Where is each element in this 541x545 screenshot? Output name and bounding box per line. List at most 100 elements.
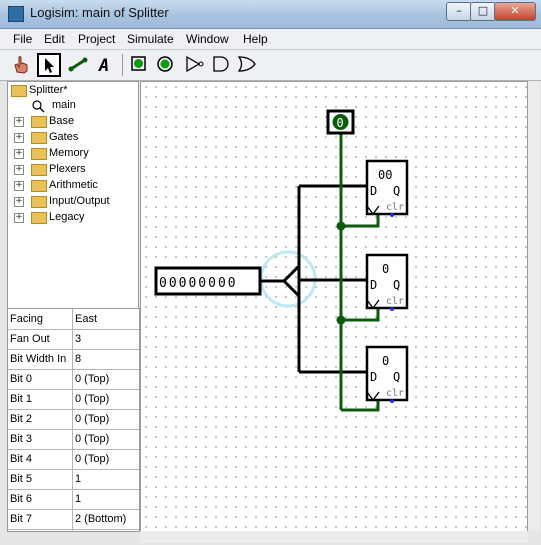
close-button[interactable]: ✕ — [494, 2, 536, 21]
attr-key: Bit 0 — [10, 373, 33, 385]
wire-junction — [336, 315, 346, 325]
logisim-window: Logisim: main of Splitter – □ ✕ File Edi… — [0, 0, 541, 545]
register-3-clr-label: clr — [386, 388, 404, 399]
expand-icon[interactable]: + — [14, 213, 24, 223]
attr-row-bit-7[interactable]: Bit 7 2 (Bottom) — [8, 509, 139, 530]
attr-row-bit-4[interactable]: Bit 4 0 (Top) — [8, 449, 139, 470]
attr-value[interactable]: 0 (Top) — [75, 429, 109, 449]
folder-icon — [31, 180, 47, 192]
toolbar-separator — [122, 54, 123, 76]
tree-item-memory[interactable]: Memory — [49, 145, 89, 161]
attr-key: Bit 5 — [10, 473, 33, 485]
register-3-value: 0 — [382, 354, 389, 368]
attr-value[interactable]: 8 — [75, 349, 81, 369]
attr-row-bit-1[interactable]: Bit 1 0 (Top) — [8, 389, 139, 410]
tree-item-project[interactable]: Splitter* — [29, 82, 68, 98]
tree-item-base[interactable]: Base — [49, 113, 74, 129]
poke-tool-icon[interactable] — [10, 53, 32, 75]
folder-icon — [31, 116, 47, 128]
tree-item-main[interactable]: main — [52, 97, 76, 113]
select-tool-icon[interactable] — [37, 53, 61, 77]
input-pin-value: 00000000 — [159, 276, 238, 291]
folder-icon — [31, 164, 47, 176]
attr-row-fan-out[interactable]: Fan Out 3 — [8, 329, 139, 350]
register-1-q-label: Q — [393, 184, 400, 198]
menu-edit[interactable]: Edit — [44, 32, 65, 46]
attr-value[interactable]: 0 (Top) — [75, 389, 109, 409]
project-folder-icon — [11, 85, 27, 97]
text-tool-icon[interactable]: A — [95, 53, 117, 76]
tree-item-input-output[interactable]: Input/Output — [49, 193, 110, 209]
register-2-clr-label: clr — [386, 296, 404, 307]
horizontal-scrollbar[interactable] — [140, 531, 528, 543]
tree-item-plexers[interactable]: Plexers — [49, 161, 86, 177]
and-gate-icon[interactable] — [210, 53, 232, 75]
project-explorer: Splitter* main + Base + Gates + Memory +… — [7, 81, 139, 309]
attr-row-bit-width-in[interactable]: Bit Width In 8 — [8, 349, 139, 370]
maximize-button[interactable]: □ — [470, 2, 496, 21]
register-3-q-label: Q — [393, 370, 400, 384]
attr-key: Bit 3 — [10, 433, 33, 445]
attr-value[interactable]: East — [75, 309, 97, 329]
attr-key: Bit 1 — [10, 393, 33, 405]
menu-help[interactable]: Help — [243, 32, 268, 46]
attr-row-bit-5[interactable]: Bit 5 1 — [8, 469, 139, 490]
clock-value: 0 — [337, 116, 344, 130]
attr-value[interactable]: 1 — [75, 489, 81, 509]
output-pin-icon[interactable] — [154, 53, 176, 75]
register-1-clr-label: clr — [386, 202, 404, 213]
register-1-d-label: D — [370, 184, 377, 198]
attribute-table: Facing East Fan Out 3 Bit Width In 8 Bit 0 0… — [7, 308, 140, 532]
attr-key: Facing — [10, 313, 44, 325]
attr-key: Bit 6 — [10, 493, 33, 505]
folder-icon — [31, 132, 47, 144]
svg-text:A: A — [98, 56, 109, 75]
attr-value[interactable]: 2 (Bottom) — [75, 509, 126, 529]
attr-key: Bit Width In — [10, 353, 67, 365]
toolbar: A — [0, 50, 541, 81]
title-bar: Logisim: main of Splitter – □ ✕ — [0, 0, 541, 29]
attr-key: Bit 7 — [10, 513, 33, 525]
expand-icon[interactable]: + — [14, 117, 24, 127]
attr-row-facing[interactable]: Facing East — [8, 309, 139, 330]
attr-value[interactable]: 0 (Top) — [75, 409, 109, 429]
expand-icon[interactable]: + — [14, 165, 24, 175]
wire-tool-icon[interactable] — [67, 53, 89, 75]
folder-icon — [31, 196, 47, 208]
attr-row-bit-3[interactable]: Bit 3 0 (Top) — [8, 429, 139, 450]
circuit-canvas[interactable]: 00000000 0 00 D Q clr 0 D Q clr 0 D Q cl… — [140, 81, 528, 532]
register-2-value: 0 — [382, 262, 389, 276]
expand-icon[interactable]: + — [14, 149, 24, 159]
register-3-d-label: D — [370, 370, 377, 384]
menu-file[interactable]: File — [13, 32, 32, 46]
attr-key: Bit 4 — [10, 453, 33, 465]
menu-bar: File Edit Project Simulate Window Help — [0, 29, 541, 50]
menu-project[interactable]: Project — [78, 32, 115, 46]
menu-window[interactable]: Window — [186, 32, 229, 46]
attr-value[interactable]: 0 (Top) — [75, 369, 109, 389]
tree-item-legacy[interactable]: Legacy — [49, 209, 84, 225]
expand-icon[interactable]: + — [14, 197, 24, 207]
attr-value[interactable]: 1 — [75, 469, 81, 489]
attr-row-bit-0[interactable]: Bit 0 0 (Top) — [8, 369, 139, 390]
not-gate-icon[interactable] — [183, 53, 205, 75]
attr-row-bit-6[interactable]: Bit 6 1 — [8, 489, 139, 510]
tree-item-gates[interactable]: Gates — [49, 129, 78, 145]
minimize-button[interactable]: – — [446, 2, 472, 21]
circuit-drawing: 00000000 0 00 D Q clr 0 D Q clr 0 D Q cl… — [154, 109, 409, 412]
vertical-scrollbar[interactable] — [528, 81, 540, 530]
register-2-d-label: D — [370, 278, 377, 292]
attr-row-bit-2[interactable]: Bit 2 0 (Top) — [8, 409, 139, 430]
logisim-app-icon — [8, 6, 24, 22]
menu-simulate[interactable]: Simulate — [127, 32, 174, 46]
tree-item-arithmetic[interactable]: Arithmetic — [49, 177, 98, 193]
expand-icon[interactable]: + — [14, 133, 24, 143]
attr-key: Fan Out — [10, 333, 50, 345]
splitter-component[interactable] — [282, 264, 301, 298]
attr-value[interactable]: 3 — [75, 329, 81, 349]
or-gate-icon[interactable] — [236, 53, 258, 75]
input-pin-icon[interactable] — [128, 53, 150, 75]
attr-value[interactable]: 0 (Top) — [75, 449, 109, 469]
folder-icon — [31, 212, 47, 224]
expand-icon[interactable]: + — [14, 181, 24, 191]
